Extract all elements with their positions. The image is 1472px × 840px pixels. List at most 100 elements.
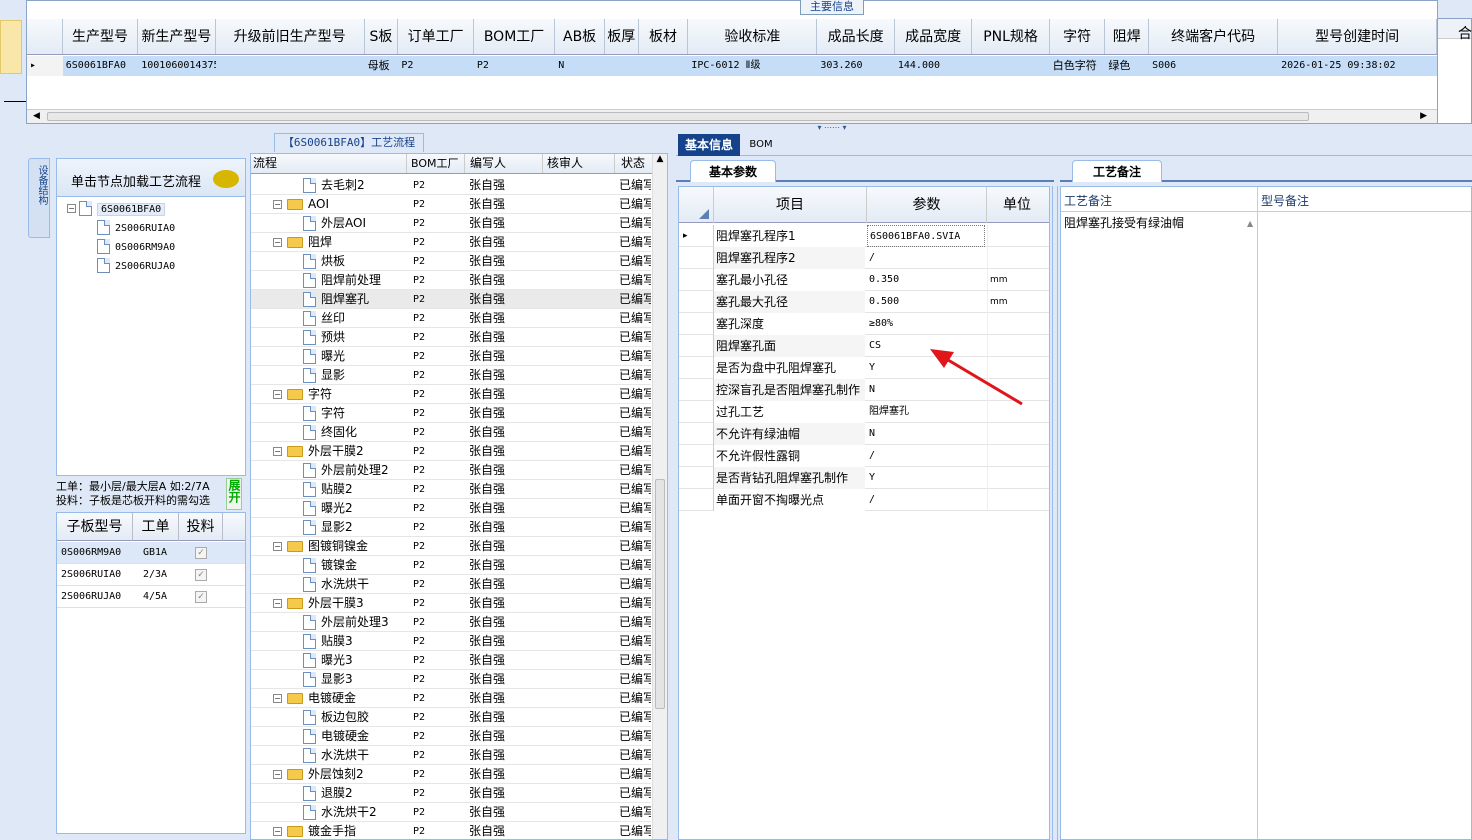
flow-row[interactable]: 显影P2张自强已编写 — [251, 366, 651, 385]
flow-row[interactable]: 显影2P2张自强已编写 — [251, 518, 651, 537]
param-row[interactable]: 塞孔最小孔径 0.350 mm — [679, 269, 1049, 291]
collapse-icon[interactable]: − — [273, 599, 282, 608]
flow-row[interactable]: 贴膜3P2张自强已编写 — [251, 632, 651, 651]
flow-row[interactable]: 外层前处理3P2张自强已编写 — [251, 613, 651, 632]
col-header[interactable]: 验收标准 — [688, 19, 818, 54]
left-vertical-tab[interactable]: 设备结构 — [28, 158, 50, 238]
collapse-icon[interactable]: − — [273, 542, 282, 551]
flow-row[interactable]: −外层干膜2P2张自强已编写 — [251, 442, 651, 461]
collapse-icon[interactable]: − — [273, 390, 282, 399]
flow-row[interactable]: 水洗烘干P2张自强已编写 — [251, 575, 651, 594]
flow-row[interactable]: −外层蚀刻2P2张自强已编写 — [251, 765, 651, 784]
chat-bubble-icon[interactable] — [213, 170, 239, 188]
tab-basic-params[interactable]: 基本参数 — [690, 160, 776, 182]
col-header[interactable]: 字符 — [1050, 19, 1106, 54]
param-row[interactable]: 是否背钻孔阻焊塞孔制作 Y — [679, 467, 1049, 489]
flow-row[interactable]: 终固化P2张自强已编写 — [251, 423, 651, 442]
process-remark-text[interactable]: 阻焊塞孔接受有绿油帽 — [1064, 214, 1184, 231]
sub-board-row[interactable]: 2S006RUIA0 2/3A ✓ — [57, 564, 245, 586]
param-row[interactable]: 塞孔深度 ≥80% — [679, 313, 1049, 335]
col-header[interactable]: 型号创建时间 — [1278, 19, 1437, 54]
param-row[interactable]: ▸ 阻焊塞孔程序1 6S0061BFA0.SVIA — [679, 225, 1049, 247]
collapse-icon[interactable]: − — [273, 827, 282, 836]
scroll-left-icon[interactable]: ◀ — [33, 110, 40, 123]
col-header[interactable]: 升级前旧生产型号 — [216, 19, 365, 54]
param-row[interactable]: 单面开窗不掏曝光点 / — [679, 489, 1049, 511]
flow-row[interactable]: −镀金手指P2张自强已编写 — [251, 822, 651, 839]
param-row[interactable]: 阻焊塞孔程序2/ — [679, 247, 1049, 269]
param-row[interactable]: 不允许有绿油帽 N — [679, 423, 1049, 445]
tree-child-node[interactable]: 2S006RUJA0 — [97, 256, 175, 275]
flow-row[interactable]: 板边包胶P2张自强已编写 — [251, 708, 651, 727]
collapse-icon[interactable]: − — [67, 204, 76, 213]
flow-row[interactable]: 水洗烘干2P2张自强已编写 — [251, 803, 651, 822]
feed-checkbox[interactable]: ✓ — [195, 547, 207, 559]
scroll-up-icon[interactable]: ▲ — [653, 154, 667, 164]
flow-v-scrollbar[interactable]: ▲ — [652, 154, 667, 839]
tab-process-remarks[interactable]: 工艺备注 — [1072, 160, 1162, 182]
params-splitter[interactable] — [1052, 186, 1058, 840]
sub-board-row[interactable]: 0S006RM9A0 GB1A ✓ — [57, 542, 245, 564]
collapse-icon[interactable]: − — [273, 200, 282, 209]
col-header[interactable]: 生产型号 — [63, 19, 139, 54]
tab-basic-info[interactable]: 基本信息 — [678, 134, 740, 156]
flow-row[interactable]: 水洗烘干P2张自强已编写 — [251, 746, 651, 765]
flow-row[interactable]: 烘板P2张自强已编写 — [251, 252, 651, 271]
feed-checkbox[interactable]: ✓ — [195, 569, 207, 581]
collapse-icon[interactable]: − — [273, 694, 282, 703]
flow-row[interactable]: 字符P2张自强已编写 — [251, 404, 651, 423]
flow-row[interactable]: −外层干膜3P2张自强已编写 — [251, 594, 651, 613]
tab-bom[interactable]: BOM — [744, 134, 778, 156]
scroll-right-icon[interactable]: ▶ — [1420, 110, 1427, 123]
collapse-icon[interactable]: − — [273, 238, 282, 247]
flow-row[interactable]: 贴膜2P2张自强已编写 — [251, 480, 651, 499]
flow-row[interactable]: 退膜2P2张自强已编写 — [251, 784, 651, 803]
col-header[interactable]: 阻焊 — [1105, 19, 1150, 54]
flow-row[interactable]: 电镀硬金P2张自强已编写 — [251, 727, 651, 746]
tree-child-node[interactable]: 0S006RM9A0 — [97, 237, 175, 256]
collapse-icon[interactable]: − — [273, 770, 282, 779]
param-row[interactable]: 塞孔最大孔径 0.500 mm — [679, 291, 1049, 313]
tree-root[interactable]: −6S0061BFA0 — [67, 199, 166, 218]
flow-row[interactable]: 显影3P2张自强已编写 — [251, 670, 651, 689]
h-scrollbar[interactable]: ◀ ▶ — [27, 109, 1437, 123]
flow-row[interactable]: 镀镍金P2张自强已编写 — [251, 556, 651, 575]
col-header[interactable]: 订单工厂 — [398, 19, 474, 54]
splitter-handle[interactable]: ▾ ⋯⋯ ▾ — [800, 124, 864, 132]
flow-row[interactable]: 外层前处理2P2张自强已编写 — [251, 461, 651, 480]
tree-child-node[interactable]: 2S006RUIA0 — [97, 218, 175, 237]
flow-row[interactable]: 曝光3P2张自强已编写 — [251, 651, 651, 670]
h-scroll-thumb[interactable] — [47, 112, 1309, 121]
flow-row[interactable]: 曝光P2张自强已编写 — [251, 347, 651, 366]
flow-row[interactable]: 去毛刺2P2张自强已编写 — [251, 176, 651, 195]
flow-row[interactable]: 预烘P2张自强已编写 — [251, 328, 651, 347]
flow-row[interactable]: 外层AOIP2张自强已编写 — [251, 214, 651, 233]
flow-row[interactable]: 阻焊塞孔P2张自强已编写 — [251, 290, 651, 309]
flow-row[interactable]: 阻焊前处理P2张自强已编写 — [251, 271, 651, 290]
col-header[interactable]: 成品宽度 — [895, 19, 973, 54]
flow-row[interactable]: 丝印P2张自强已编写 — [251, 309, 651, 328]
collapse-icon[interactable]: − — [273, 447, 282, 456]
col-header[interactable]: 板厚 — [605, 19, 639, 54]
expand-button[interactable]: 展开 — [226, 478, 242, 510]
feed-checkbox[interactable]: ✓ — [195, 591, 207, 603]
param-row[interactable]: 不允许假性露铜 / — [679, 445, 1049, 467]
main-grid-selected-row[interactable]: ▸6S0061BFA0 10010600143750 母板 P2 P2 N IPC-6012… — [27, 56, 1437, 76]
col-header[interactable]: 板材 — [639, 19, 689, 54]
remarks-scroll-up-icon[interactable]: ▲ — [1247, 219, 1253, 228]
flow-scroll-thumb[interactable] — [655, 479, 665, 709]
col-header[interactable]: PNL规格 — [972, 19, 1050, 54]
col-header[interactable]: AB板 — [555, 19, 605, 54]
flow-row[interactable]: −图镀铜镍金P2张自强已编写 — [251, 537, 651, 556]
col-header[interactable]: 成品长度 — [817, 19, 895, 54]
col-header[interactable]: 新生产型号 — [138, 19, 216, 54]
col-header[interactable]: S板 — [365, 19, 399, 54]
flow-row[interactable]: −AOIP2张自强已编写 — [251, 195, 651, 214]
col-header[interactable]: 终端客户代码 — [1149, 19, 1279, 54]
flow-row[interactable]: −字符P2张自强已编写 — [251, 385, 651, 404]
flow-row[interactable]: 曝光2P2张自强已编写 — [251, 499, 651, 518]
flow-row[interactable]: −电镀硬金P2张自强已编写 — [251, 689, 651, 708]
flow-row[interactable]: −阻焊P2张自强已编写 — [251, 233, 651, 252]
sub-board-row[interactable]: 2S006RUJA0 4/5A ✓ — [57, 586, 245, 608]
col-header[interactable]: BOM工厂 — [474, 19, 556, 54]
